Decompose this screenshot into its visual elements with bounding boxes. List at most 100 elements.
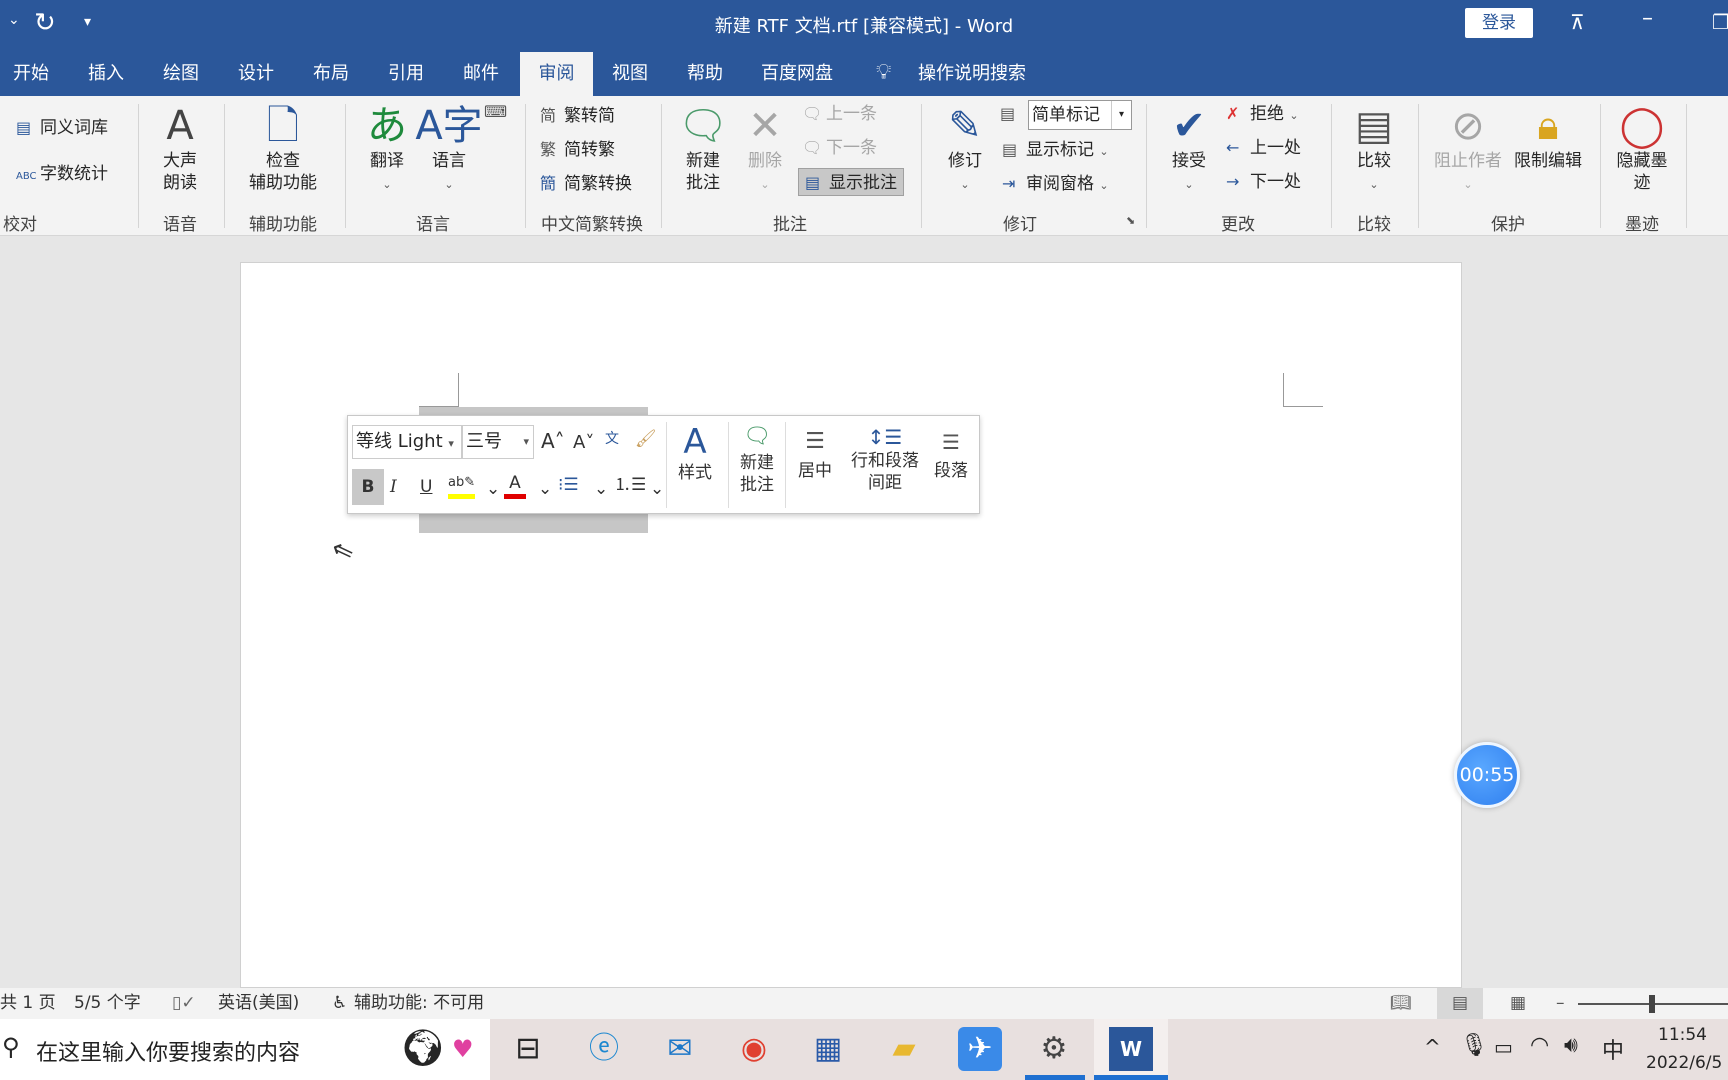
highlight-dropdown-icon[interactable]: ⌄	[486, 478, 500, 500]
previous-change-button[interactable]: ← 上一处	[1226, 134, 1301, 162]
bullets-icon[interactable]: ⁝☰	[558, 474, 579, 496]
ribbon-display-icon[interactable]: ⊼	[1570, 10, 1585, 34]
to-simplified-button[interactable]: 简繁转简	[540, 102, 615, 130]
dialog-launcher-icon[interactable]: ⬊	[1126, 214, 1135, 227]
search-input[interactable]: 在这里输入你要搜索的内容	[36, 1035, 300, 1067]
proofing-icon[interactable]: ▯✓	[172, 988, 196, 1019]
phonetic-guide-icon[interactable]: 文	[605, 428, 619, 450]
show-markup-button[interactable]: ▤ 显示标记 ⌄	[1002, 136, 1109, 164]
delete-comment-button[interactable]: ✕ 删除 ⌄	[748, 102, 782, 196]
restrict-editing-button[interactable]: 🔒︎ 限制编辑	[1514, 102, 1582, 172]
styles-button[interactable]: A 样式	[670, 422, 720, 484]
new-comment-button[interactable]: 🗨 新建 批注	[678, 102, 729, 194]
clock-date[interactable]: 2022/6/5	[1646, 1053, 1722, 1073]
show-comments-toggle[interactable]: ▤ 显示批注	[798, 168, 904, 196]
edge-icon[interactable]: ⓔ	[582, 1027, 626, 1071]
tell-me-search[interactable]: 操作说明搜索	[912, 52, 1032, 96]
microphone-icon[interactable]: 🎙︎	[1460, 1033, 1488, 1058]
font-color-button[interactable]: A	[504, 472, 526, 499]
reviewing-pane-button[interactable]: ⇥ 审阅窗格 ⌄	[1002, 170, 1109, 198]
battery-icon[interactable]: ▭	[1494, 1035, 1513, 1059]
login-button[interactable]: 登录	[1465, 8, 1533, 38]
underline-button[interactable]: U	[420, 476, 432, 498]
recording-timer[interactable]: 00:55	[1454, 742, 1520, 808]
word-count[interactable]: 5/5 个字	[74, 988, 141, 1019]
ime-indicator[interactable]: 中	[1602, 1033, 1624, 1065]
zoom-slider-thumb[interactable]	[1649, 995, 1655, 1013]
line-spacing-button[interactable]: ↕☰ 行和段落 间距	[844, 424, 926, 494]
restore-icon[interactable]: ❐	[1712, 10, 1728, 34]
taskbar-search[interactable]: ⚲ 在这里输入你要搜索的内容 🌍︎ ♥	[0, 1019, 490, 1080]
grow-font-icon[interactable]: A˄	[541, 430, 565, 452]
web-layout-icon[interactable]: ▦	[1510, 988, 1526, 1019]
new-comment-mini-button[interactable]: 🗨 新建 批注	[732, 422, 782, 496]
font-name-select[interactable]: 等线 Light ▾	[352, 425, 462, 459]
read-mode-icon[interactable]: 📖︎	[1390, 988, 1412, 1019]
block-authors-button[interactable]: ⊘ 阻止作者 ⌄	[1434, 102, 1502, 196]
word-taskbar-button[interactable]: W	[1094, 1019, 1168, 1080]
bold-button[interactable]: B	[352, 469, 384, 505]
shrink-font-icon[interactable]: A˅	[573, 432, 594, 454]
minimize-icon[interactable]: –	[1642, 6, 1653, 31]
numbering-dropdown-icon[interactable]: ⌄	[650, 478, 664, 500]
reject-button[interactable]: ✗ 拒绝 ⌄	[1226, 100, 1299, 128]
file-explorer-icon[interactable]: ▰	[882, 1027, 926, 1071]
next-comment-button[interactable]: 🗨 下一条	[802, 134, 877, 162]
feishu-icon[interactable]: ✈	[958, 1027, 1002, 1071]
settings-icon[interactable]: ⚙	[1032, 1027, 1076, 1071]
font-size-select[interactable]: 三号 ▾	[462, 425, 534, 459]
compare-button[interactable]: ▤ 比较 ⌄	[1355, 102, 1393, 196]
tab-insert[interactable]: 插入	[76, 52, 136, 96]
tab-review[interactable]: 审阅	[520, 52, 593, 96]
next-change-button[interactable]: → 下一处	[1226, 168, 1301, 196]
hide-ink-button[interactable]: ◯ 隐藏墨 迹	[1617, 102, 1668, 194]
bullets-dropdown-icon[interactable]: ⌄	[594, 478, 608, 500]
accept-button[interactable]: ✔ 接受 ⌄	[1172, 102, 1206, 196]
tab-mailings[interactable]: 邮件	[451, 52, 511, 96]
dropdown-arrow-icon[interactable]: ▾	[1111, 101, 1131, 129]
track-changes-button[interactable]: ✎ 修订 ⌄	[948, 102, 982, 196]
wifi-icon[interactable]: ◠	[1530, 1033, 1549, 1058]
to-traditional-button[interactable]: 繁简转繁	[540, 136, 615, 164]
numbering-icon[interactable]: ⒈☰	[614, 474, 646, 496]
markup-select[interactable]: 简单标记 ▾	[1028, 100, 1132, 130]
tab-baidu-netdisk[interactable]: 百度网盘	[752, 52, 842, 96]
keyboard-icon[interactable]: ⌨	[484, 102, 507, 121]
group-label-ink: 墨迹	[1625, 215, 1659, 235]
tab-home[interactable]: 开始	[0, 52, 62, 96]
center-button[interactable]: ☰ 居中	[790, 424, 840, 482]
translate-button[interactable]: あ翻译 ⌄	[367, 102, 407, 196]
task-view-icon[interactable]: ⊟	[506, 1027, 550, 1071]
paragraph-button[interactable]: ☰ 段落	[926, 424, 976, 482]
chrome-icon[interactable]: ◉	[732, 1027, 776, 1071]
read-aloud-button[interactable]: A 大声 朗读	[163, 102, 197, 194]
check-accessibility-button[interactable]: 🗋 检查 辅助功能	[249, 102, 317, 194]
language-button[interactable]: A字 语言 ⌄	[415, 102, 482, 196]
store-icon[interactable]: ▦	[806, 1027, 850, 1071]
accessibility-status[interactable]: 辅助功能: 不可用	[354, 988, 484, 1019]
print-layout-icon[interactable]: ▤	[1437, 988, 1483, 1019]
tab-draw[interactable]: 绘图	[151, 52, 211, 96]
tab-references[interactable]: 引用	[376, 52, 436, 96]
italic-button[interactable]: I	[390, 476, 397, 498]
volume-icon[interactable]: 🔊︎	[1564, 1033, 1578, 1058]
page-count[interactable]: 共 1 页	[0, 988, 56, 1019]
zoom-out-icon[interactable]: –	[1556, 988, 1565, 1019]
tab-view[interactable]: 视图	[600, 52, 660, 96]
previous-comment-button[interactable]: 🗨 上一条	[802, 100, 877, 128]
word-count-button[interactable]: ABC 字数统计	[16, 160, 108, 188]
clock-time[interactable]: 11:54	[1658, 1025, 1707, 1045]
format-painter-icon[interactable]: 🖌︎	[635, 428, 657, 450]
tab-help[interactable]: 帮助	[675, 52, 735, 96]
document-page[interactable]	[240, 262, 1462, 988]
highlight-color-button[interactable]: ab✎	[448, 472, 476, 499]
convert-chinese-button[interactable]: 簡简繁转换	[540, 170, 632, 198]
abc123-icon: ABC	[16, 171, 37, 182]
thesaurus-button[interactable]: ▤ 同义词库	[16, 114, 108, 142]
tab-layout[interactable]: 布局	[301, 52, 361, 96]
font-color-dropdown-icon[interactable]: ⌄	[538, 478, 552, 500]
mail-icon[interactable]: ✉	[658, 1027, 702, 1071]
show-hidden-icons[interactable]: ^	[1424, 1035, 1441, 1059]
tab-design[interactable]: 设计	[226, 52, 286, 96]
language-status[interactable]: 英语(美国)	[218, 988, 299, 1019]
